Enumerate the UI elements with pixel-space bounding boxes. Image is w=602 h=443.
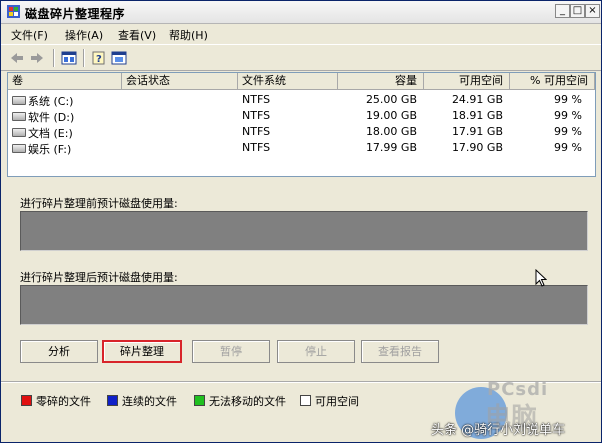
free-space: 17.91 GB: [451, 125, 503, 138]
capacity: 25.00 GB: [365, 93, 417, 106]
before-usage-display: [20, 211, 588, 251]
column-header-file-system[interactable]: 文件系统: [238, 73, 338, 90]
volume-name: 软件 (D:): [28, 111, 75, 124]
drive-icon: [12, 128, 26, 137]
free-space: 24.91 GB: [451, 93, 503, 106]
menu-view[interactable]: 查看(V): [118, 27, 156, 43]
percent-free: 99 %: [554, 141, 582, 154]
legend-contiguous: 连续的文件: [107, 393, 177, 409]
legend-label: 可用空间: [315, 395, 359, 408]
table-row[interactable]: 娱乐 (F:) NTFS 17.99 GB 17.90 GB 99 %: [8, 140, 595, 156]
volume-name: 娱乐 (F:): [28, 143, 72, 156]
column-header-percent-free[interactable]: % 可用空间: [510, 73, 595, 90]
free-space: 17.90 GB: [451, 141, 503, 154]
file-system: NTFS: [242, 93, 271, 106]
defragment-button[interactable]: 碎片整理: [102, 340, 182, 363]
toolbar-separator: [53, 49, 55, 67]
legend-label: 零碎的文件: [36, 395, 91, 408]
view-report-button[interactable]: 查看报告: [361, 340, 439, 363]
table-row[interactable]: 文档 (E:) NTFS 18.00 GB 17.91 GB 99 %: [8, 124, 595, 140]
legend-fragmented: 零碎的文件: [21, 393, 91, 409]
file-system: NTFS: [242, 125, 271, 138]
stop-button[interactable]: 停止: [277, 340, 355, 363]
legend-label: 无法移动的文件: [209, 395, 286, 408]
legend-swatch-blue: [107, 395, 118, 406]
window-title: 磁盘碎片整理程序: [25, 7, 126, 21]
defrag-app-icon: [7, 5, 20, 18]
capacity: 18.00 GB: [365, 125, 417, 138]
free-space: 18.91 GB: [451, 109, 503, 122]
column-header-capacity[interactable]: 容量: [338, 73, 424, 90]
menu-help[interactable]: 帮助(H): [169, 27, 208, 43]
defrag-window: 磁盘碎片整理程序 _ □ × 文件(F) 操作(A) 查看(V) 帮助(H) ?: [0, 0, 602, 443]
capacity: 19.00 GB: [365, 109, 417, 122]
maximize-button[interactable]: □: [570, 4, 585, 18]
title-bar: 磁盘碎片整理程序 _ □ ×: [1, 1, 601, 24]
percent-free: 99 %: [554, 125, 582, 138]
drive-icon: [12, 96, 26, 105]
after-usage-display: [20, 285, 588, 325]
view-icon[interactable]: [111, 51, 127, 65]
forward-arrow-icon[interactable]: [29, 51, 45, 65]
toolbar: ?: [1, 44, 601, 71]
watermark-credit: 头条 @骑行小刘说单车: [431, 423, 566, 438]
drive-icon: [12, 144, 26, 153]
analyze-button[interactable]: 分析: [20, 340, 98, 363]
svg-text:?: ?: [96, 54, 102, 65]
volume-name: 文档 (E:): [28, 127, 73, 140]
table-row[interactable]: 系统 (C:) NTFS 25.00 GB 24.91 GB 99 %: [8, 92, 595, 108]
properties-icon[interactable]: [61, 51, 77, 65]
volume-name: 系统 (C:): [28, 95, 74, 108]
menu-bar: 文件(F) 操作(A) 查看(V) 帮助(H): [1, 24, 601, 43]
capacity: 17.99 GB: [365, 141, 417, 154]
minimize-button[interactable]: _: [555, 4, 570, 18]
percent-free: 99 %: [554, 109, 582, 122]
menu-file[interactable]: 文件(F): [11, 27, 48, 43]
legend-swatch-red: [21, 395, 32, 406]
before-usage-label: 进行碎片整理前预计磁盘使用量:: [20, 197, 178, 210]
column-header-free-space[interactable]: 可用空间: [424, 73, 510, 90]
pause-button[interactable]: 暂停: [192, 340, 270, 363]
legend-swatch-white: [300, 395, 311, 406]
drive-icon: [12, 112, 26, 121]
toolbar-separator: [83, 49, 85, 67]
file-system: NTFS: [242, 141, 271, 154]
close-button[interactable]: ×: [585, 4, 600, 18]
column-header-session-status[interactable]: 会话状态: [122, 73, 238, 90]
back-arrow-icon[interactable]: [9, 51, 25, 65]
legend-unmovable: 无法移动的文件: [194, 393, 286, 409]
mouse-cursor-icon: [535, 269, 547, 287]
percent-free: 99 %: [554, 93, 582, 106]
menu-action[interactable]: 操作(A): [65, 27, 103, 43]
file-system: NTFS: [242, 109, 271, 122]
table-row[interactable]: 软件 (D:) NTFS 19.00 GB 18.91 GB 99 %: [8, 108, 595, 124]
help-icon[interactable]: ?: [91, 51, 107, 65]
legend-swatch-green: [194, 395, 205, 406]
column-header-volume[interactable]: 卷: [8, 73, 122, 90]
volume-list[interactable]: 卷 会话状态 文件系统 容量 可用空间 % 可用空间 系统 (C:) NTFS …: [7, 72, 596, 177]
legend-free-space: 可用空间: [300, 393, 359, 409]
legend-label: 连续的文件: [122, 395, 177, 408]
after-usage-label: 进行碎片整理后预计磁盘使用量:: [20, 271, 178, 284]
